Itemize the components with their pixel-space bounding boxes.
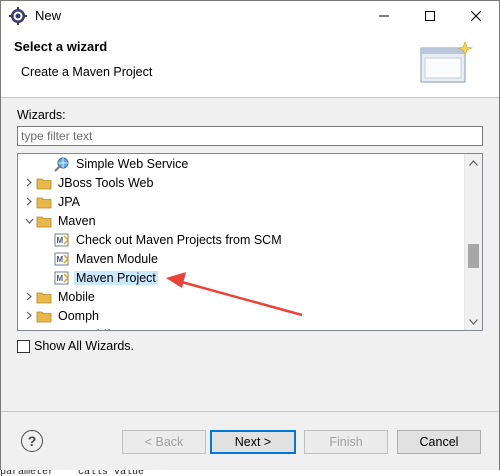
wizard-title: Select a wizard	[14, 39, 108, 54]
chevron-right-icon[interactable]	[22, 328, 36, 331]
chevron-down-icon[interactable]	[22, 214, 36, 228]
maven-icon: M	[54, 270, 70, 286]
new-wizard-dialog: New Select a wizard Create a Maven Proje…	[0, 0, 500, 472]
show-all-label: Show All Wizards.	[34, 339, 135, 353]
folder-icon	[36, 194, 52, 210]
svg-text:M: M	[57, 236, 64, 245]
tree-item[interactable]: Mobile	[22, 287, 97, 306]
tree-item[interactable]: Oomph	[22, 306, 101, 325]
folder-icon	[36, 213, 52, 229]
wizard-banner-icon	[419, 38, 475, 88]
chevron-right-icon[interactable]	[22, 290, 36, 304]
wizard-tree-list: Simple Web Service JBoss Tools Web JPA Mave…	[18, 154, 465, 330]
tree-item[interactable]: JBoss Tools Web	[22, 173, 155, 192]
minimize-icon[interactable]	[361, 1, 407, 31]
tree-item-label: JBoss Tools Web	[58, 175, 154, 190]
button-bar-separator	[1, 411, 499, 412]
tree-item-label: Check out Maven Projects from SCM	[76, 232, 282, 247]
svg-text:M: M	[57, 274, 64, 283]
help-icon[interactable]: ?	[21, 430, 43, 452]
maximize-icon[interactable]	[407, 1, 453, 31]
web-service-icon	[54, 156, 70, 172]
maven-icon: M	[54, 232, 70, 248]
tree-item-label: Oomph	[58, 308, 99, 323]
folder-icon	[36, 308, 52, 324]
wizard-description: Create a Maven Project	[21, 65, 153, 79]
scroll-thumb[interactable]	[468, 244, 479, 269]
svg-text:M: M	[57, 255, 64, 264]
tree-item[interactable]: Simple Web Service	[40, 154, 190, 173]
wizards-label: Wizards:	[17, 108, 66, 122]
tree-item-label: Maven Project	[74, 270, 158, 285]
show-all-checkbox[interactable]	[17, 339, 30, 353]
close-icon[interactable]	[453, 1, 499, 31]
back-button[interactable]: < Back	[122, 430, 206, 454]
filter-input[interactable]	[17, 126, 483, 146]
folder-icon	[36, 289, 52, 305]
background-editor-text: parameter****calls value ***	[0, 470, 500, 476]
scroll-down-icon[interactable]	[465, 313, 482, 330]
tree-item-label: Mobile	[58, 289, 95, 304]
chevron-right-icon[interactable]	[22, 195, 36, 209]
tree-item-label: OpenShift	[56, 328, 116, 331]
title-bar: New	[1, 1, 499, 31]
tree-item-label: Maven Module	[76, 251, 158, 266]
tree-item-label: JPA	[58, 194, 80, 209]
next-button[interactable]: Next >	[210, 430, 296, 454]
tree-item-label: Maven	[58, 213, 96, 228]
tree-item-label: Simple Web Service	[76, 156, 189, 171]
tree-item[interactable]: OpenShift	[22, 325, 116, 331]
tree-item[interactable]: M Maven Project	[40, 268, 158, 287]
window-title: New	[35, 8, 62, 23]
show-all-wizards[interactable]: Show All Wizards.	[17, 339, 134, 353]
eclipse-gear-icon	[9, 7, 27, 25]
wizard-header: Select a wizard Create a Maven Project	[1, 31, 499, 98]
tree-item[interactable]: M Check out Maven Projects from SCM	[40, 230, 284, 249]
tree-item[interactable]: Maven	[22, 211, 98, 230]
wizard-tree: Simple Web Service JBoss Tools Web JPA Mave…	[17, 153, 483, 331]
finish-button[interactable]: Finish	[304, 430, 388, 454]
tree-item[interactable]: M Maven Module	[40, 249, 160, 268]
maven-icon: M	[54, 251, 70, 267]
cancel-button[interactable]: Cancel	[397, 430, 481, 454]
chevron-right-icon[interactable]	[22, 176, 36, 190]
folder-icon	[36, 175, 52, 191]
tree-item[interactable]: JPA	[22, 192, 82, 211]
chevron-right-icon[interactable]	[22, 309, 36, 323]
scroll-up-icon[interactable]	[465, 154, 482, 171]
folder-icon	[36, 327, 52, 331]
tree-scrollbar[interactable]	[464, 154, 482, 330]
